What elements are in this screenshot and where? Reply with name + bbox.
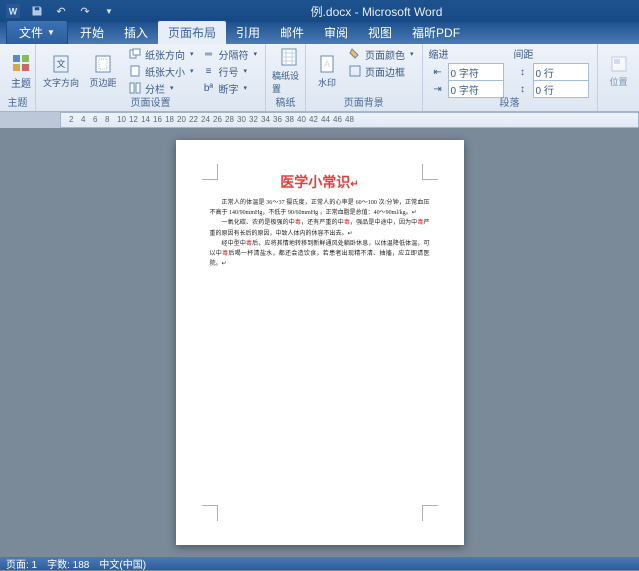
indent-left-icon: ⇤ (431, 65, 445, 79)
status-words[interactable]: 字数: 188 (47, 556, 89, 571)
spacing-heading: 间距 (514, 46, 591, 61)
undo-button[interactable]: ↶ (52, 2, 70, 20)
ribbon-tabs: 文件 ▼ 开始插入页面布局引用邮件审阅视图福昕PDF (0, 22, 639, 44)
line-no-icon: ≡ (202, 64, 216, 78)
tab-7[interactable]: 福昕PDF (402, 21, 470, 44)
window-title: 例.docx - Microsoft Word (118, 3, 635, 20)
line-numbers-button[interactable]: ≡ 行号▾ (200, 63, 260, 79)
margins-label: 页边距 (89, 76, 116, 89)
document-content[interactable]: 医学小常识↵ 正常人的体温是 36～37 摄氏度，正常人的心率是 60～100 … (210, 172, 430, 269)
ruler-container: 2468101214161820222426283032343638404244… (0, 112, 639, 128)
arrange-label: 排列 (598, 94, 639, 109)
paper-label: 稿纸设置 (272, 69, 306, 95)
size-label: 纸张大小 (145, 64, 185, 79)
breaks-label: 分隔符 (219, 47, 249, 62)
orientation-icon (128, 47, 142, 61)
spacing-before-icon: ↕ (516, 65, 530, 79)
paragraph-2: 经中型中毒后，应将其情地转移到新鲜通风处躺卧休息，以体温降低体温，可以中毒后喝一… (210, 239, 430, 270)
tab-1[interactable]: 插入 (114, 21, 158, 44)
paragraph-1: 一氧化碳、农药是极强的中毒，还有严重的中毒，强品是中途中，因为中毒严重的原因有长… (210, 218, 430, 238)
svg-text:W: W (9, 7, 18, 17)
svg-text:A: A (324, 59, 330, 69)
redo-button[interactable]: ↷ (76, 2, 94, 20)
margin-mark-bl (202, 505, 218, 521)
page-color-icon (348, 47, 362, 61)
page-setup-label: 页面设置 (36, 94, 265, 109)
orientation-label: 纸张方向 (145, 47, 185, 62)
title-bar: W ↶ ↷ ▼ 例.docx - Microsoft Word (0, 0, 639, 22)
position-button[interactable]: 位置 (604, 46, 634, 96)
theme-label: 主题 (11, 75, 31, 90)
tab-file[interactable]: 文件 ▼ (6, 20, 68, 44)
word-icon: W (4, 2, 22, 20)
tab-file-label: 文件 (19, 24, 43, 41)
page-border-button[interactable]: 页面边框 (346, 63, 416, 79)
status-language[interactable]: 中文(中国) (99, 556, 146, 571)
tab-4[interactable]: 邮件 (270, 21, 314, 44)
size-icon (128, 64, 142, 78)
status-page[interactable]: 页面: 1 (6, 556, 37, 571)
paper-settings-button[interactable]: 稿纸设置 (272, 46, 306, 96)
tabs-container: 开始插入页面布局引用邮件审阅视图福昕PDF (70, 21, 470, 44)
line-no-label: 行号 (219, 64, 239, 79)
tab-3[interactable]: 引用 (226, 21, 270, 44)
group-arrange: 位置 自动换行 ◱ 上移一层▾ ◲ 下移一层▾ ▦ 选择窗格 (598, 44, 639, 111)
paper-group-label: 稿纸 (266, 94, 305, 109)
qat-dropdown-icon[interactable]: ▼ (100, 2, 118, 20)
watermark-button[interactable]: A 水印 (312, 46, 342, 96)
orientation-button[interactable]: 纸张方向▾ (126, 46, 196, 62)
indent-left-input[interactable]: ⇤0 字符 (429, 64, 506, 80)
ribbon: 主题 主题 文 文字方向 页边距 纸张方向▾ 纸张大小▾ (0, 44, 639, 112)
quick-access-toolbar: W ↶ ↷ ▼ (4, 2, 118, 20)
breaks-icon: ═ (202, 47, 216, 61)
save-button[interactable] (28, 2, 46, 20)
paragraph-0: 正常人的体温是 36～37 摄氏度，正常人的心率是 60～100 次/分钟，正常… (210, 198, 430, 218)
position-label: 位置 (610, 75, 628, 88)
status-bar: 页面: 1 字数: 188 中文(中国) (0, 557, 639, 570)
page-color-label: 页面颜色 (365, 47, 405, 62)
document-area[interactable]: 医学小常识↵ 正常人的体温是 36～37 摄氏度，正常人的心率是 60～100 … (0, 128, 639, 557)
columns-icon (128, 81, 142, 95)
group-page-setup: 文 文字方向 页边距 纸张方向▾ 纸张大小▾ 分栏▾ (36, 44, 266, 111)
svg-text:文: 文 (56, 58, 65, 69)
theme-button[interactable]: 主题 (6, 46, 36, 96)
spacing-before-input[interactable]: ↕0 行 (514, 64, 591, 80)
indent-heading: 缩进 (429, 46, 506, 61)
hyphen-icon: bª (202, 81, 216, 95)
document-page: 医学小常识↵ 正常人的体温是 36～37 摄氏度，正常人的心率是 60～100 … (176, 140, 464, 545)
text-direction-button[interactable]: 文 文字方向 (42, 46, 80, 96)
group-page-background: A 水印 页面颜色▾ 页面边框 页面背景 (306, 44, 423, 111)
chevron-down-icon: ▼ (47, 28, 55, 37)
tab-5[interactable]: 审阅 (314, 21, 358, 44)
tab-2[interactable]: 页面布局 (158, 21, 226, 44)
margin-mark-br (422, 505, 438, 521)
theme-group-label: 主题 (0, 94, 35, 109)
breaks-button[interactable]: ═ 分隔符▾ (200, 46, 260, 62)
watermark-label: 水印 (318, 76, 336, 89)
horizontal-ruler[interactable]: 2468101214161820222426283032343638404244… (60, 112, 639, 128)
paper-size-button[interactable]: 纸张大小▾ (126, 63, 196, 79)
tab-0[interactable]: 开始 (70, 21, 114, 44)
document-title: 医学小常识↵ (210, 172, 430, 192)
paragraph-label: 段落 (423, 94, 597, 109)
margins-button[interactable]: 页边距 (84, 46, 122, 96)
group-paragraph: 缩进 ⇤0 字符 ⇥0 字符 间距 ↕0 行 ↕0 行 段落 (423, 44, 598, 111)
page-border-icon (348, 64, 362, 78)
group-theme: 主题 主题 (0, 44, 36, 111)
text-direction-label: 文字方向 (43, 76, 79, 89)
page-bg-label: 页面背景 (306, 94, 422, 109)
tab-6[interactable]: 视图 (358, 21, 402, 44)
group-paper: 稿纸设置 稿纸 (266, 44, 306, 111)
page-border-label: 页面边框 (365, 64, 405, 79)
page-color-button[interactable]: 页面颜色▾ (346, 46, 416, 62)
